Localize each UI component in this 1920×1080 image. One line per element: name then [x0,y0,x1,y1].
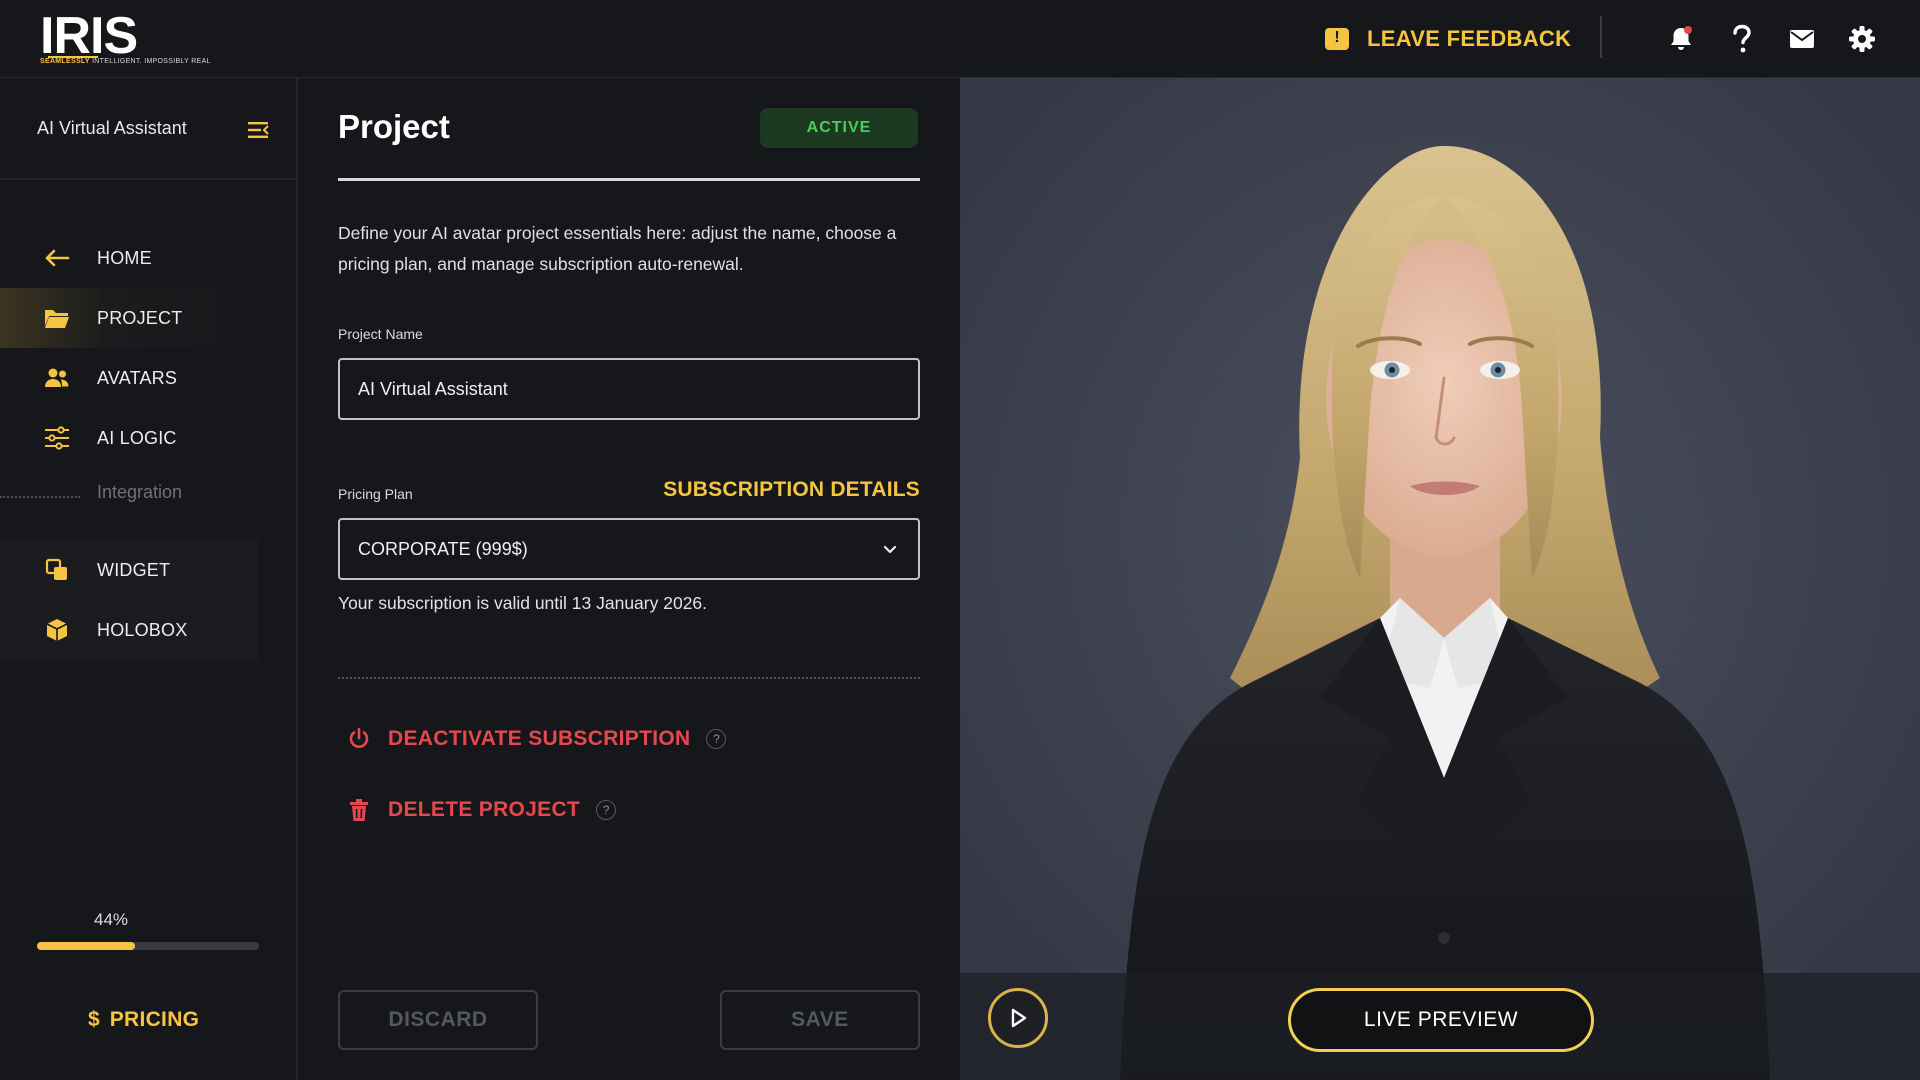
collapse-menu-icon[interactable] [246,118,270,142]
chevron-down-icon [882,542,898,558]
arrow-left-icon [44,245,70,271]
subscription-validity-text: Your subscription is valid until 13 Janu… [338,593,708,613]
power-icon [346,726,372,752]
pricing-plan-value: CORPORATE (999$) [358,538,528,559]
sidebar-item-ai-logic[interactable]: AI LOGIC [0,408,260,468]
sidebar-item-label: WIDGET [97,559,171,580]
sliders-icon [44,425,70,451]
page-title: Project [338,108,450,145]
trash-icon [346,797,372,823]
integration-section-label: Integration [97,482,183,502]
subscription-details-link[interactable]: SUBSCRIPTION DETAILS [658,478,920,502]
deactivate-subscription-label: DEACTIVATE SUBSCRIPTION [388,727,691,750]
topbar-divider [1600,16,1602,58]
section-divider [338,677,920,679]
pricing-label: PRICING [109,1008,200,1031]
deactivate-subscription-button[interactable]: DEACTIVATE SUBSCRIPTION ? [346,722,727,756]
help-icon[interactable] [1725,22,1759,56]
avatar-preview-pane: LIVE PREVIEW [960,78,1920,1080]
play-button[interactable] [988,988,1048,1048]
iris-logo[interactable]: IRIS SEAMLESSLY INTELLIGENT. IMPOSSIBLY … [40,7,210,74]
logo-text: IRIS [40,7,138,65]
sidebar-item-label: HOME [97,247,152,268]
settings-icon[interactable] [1845,22,1879,56]
sidebar-item-label: HOLOBOX [97,619,188,640]
dollar-icon: $ [88,1008,100,1031]
sidebar-item-project[interactable]: PROJECT [0,288,260,348]
play-icon [1011,1008,1027,1028]
project-name-label: Project Name [338,326,423,342]
leave-feedback-button[interactable]: LEAVE FEEDBACK [1325,22,1571,56]
folder-icon [44,305,70,331]
help-circle-icon[interactable]: ? [596,800,617,820]
feedback-icon [1325,28,1349,50]
logo-tagline: SEAMLESSLY INTELLIGENT. IMPOSSIBLY REAL [40,58,211,65]
usage-progress-bar [37,942,259,950]
live-preview-button[interactable]: LIVE PREVIEW [1288,988,1594,1052]
save-button[interactable]: SAVE [720,990,920,1050]
sidebar-project-title: AI Virtual Assistant [37,118,187,138]
usage-progress-label: 44% [94,910,129,929]
discard-button[interactable]: DISCARD [338,990,538,1050]
title-divider [338,178,920,181]
sidebar-item-label: AI LOGIC [97,427,177,448]
pricing-plan-label: Pricing Plan [338,486,413,502]
section-divider [0,496,80,498]
pricing-button[interactable]: $ PRICING [88,1008,199,1032]
delete-project-button[interactable]: DELETE PROJECT ? [346,793,617,827]
leave-feedback-label: LEAVE FEEDBACK [1367,26,1572,51]
mail-icon[interactable] [1785,22,1819,56]
sidebar-item-label: AVATARS [97,367,178,388]
sidebar-header: AI Virtual Assistant [0,78,296,180]
sidebar-item-avatars[interactable]: AVATARS [0,348,260,408]
sidebar: AI Virtual Assistant HOME PROJECT AVATAR… [0,78,298,1080]
sidebar-item-holobox[interactable]: HOLOBOX [0,600,258,660]
project-description: Define your AI avatar project essentials… [338,223,897,274]
bell-icon[interactable] [1664,22,1698,56]
project-name-input[interactable] [338,358,920,420]
help-circle-icon[interactable]: ? [706,729,727,749]
widget-icon [44,557,70,583]
pricing-plan-select[interactable]: CORPORATE (999$) [338,518,920,580]
cube-icon [44,617,70,643]
avatar-image [960,78,1920,1080]
sidebar-item-home[interactable]: HOME [0,228,260,288]
usage-progress-fill [37,942,135,950]
users-icon [44,365,70,391]
project-panel: Project ACTIVE Define your AI avatar pro… [298,78,960,1080]
top-bar: IRIS SEAMLESSLY INTELLIGENT. IMPOSSIBLY … [0,0,1920,78]
sidebar-item-label: PROJECT [97,307,183,328]
delete-project-label: DELETE PROJECT [388,798,581,821]
status-badge: ACTIVE [760,108,918,148]
sidebar-item-widget[interactable]: WIDGET [0,540,258,600]
